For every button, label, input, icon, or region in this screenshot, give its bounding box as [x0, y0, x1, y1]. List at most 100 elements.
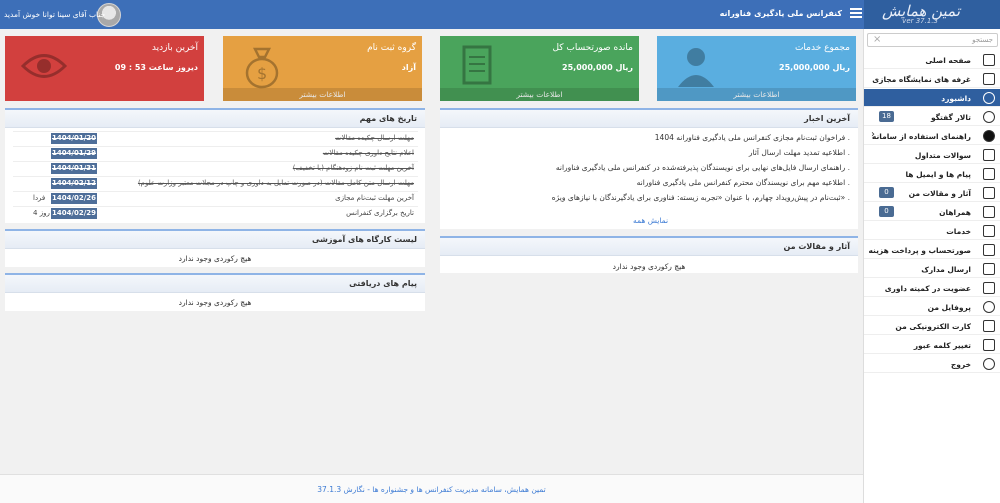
workshops-panel: لیست کارگاه های آموزشی هیچ رکوردی وجود ن… — [5, 229, 425, 267]
committee-icon — [983, 282, 995, 294]
news-item[interactable]: فراخوان ثبت‌نام مجازی کنفرانس ملی یادگیر… — [655, 133, 850, 142]
messages-empty-text: هیچ رکوردی وجود ندارد — [178, 298, 252, 307]
sidebar-item-label: همراهان — [939, 208, 971, 217]
date-row: تاریخ برگزاری کنفرانس 1404/02/29 4 روز — [13, 206, 418, 220]
card-title: مانده صورتحساب کل — [552, 43, 633, 53]
booth-icon — [983, 73, 995, 85]
sidebar-item[interactable]: آثار و مقالات من 0 — [864, 184, 1000, 202]
footer-text[interactable]: تمین همایش، سامانه مدیریت کنفرانس ها و ج… — [317, 485, 545, 494]
remaining-label: فردا — [33, 194, 46, 202]
sidebar-item[interactable]: غرفه های نمایشگاه مجازی — [864, 70, 1000, 88]
articles-empty-text: هیچ رکوردی وجود ندارد — [612, 262, 686, 271]
sidebar-item[interactable]: خدمات — [864, 222, 1000, 240]
stat-card: مانده صورتحساب کل 25,000,000 ریال اطلاعات … — [440, 36, 639, 101]
date-label: مهلت ارسال چکیده مقالات — [335, 134, 414, 142]
search-input[interactable]: جستجو × — [867, 33, 998, 47]
news-item[interactable]: اطلاعیه تمدید مهلت ارسال آثار — [749, 148, 850, 157]
top-bar: تمین همایش ver 37.1.3 کنفرانس ملی یادگیر… — [0, 0, 1000, 29]
date-row: آخرین مهلت ثبت‌نام مجازی 1404/02/26 فردا — [13, 191, 418, 205]
footer: تمین همایش، سامانه مدیریت کنفرانس ها و ج… — [0, 474, 863, 503]
hamburger-menu-icon[interactable] — [850, 8, 862, 18]
sidebar-item[interactable]: تغییر کلمه عبور — [864, 336, 1000, 354]
card-title: آخرین بازدید — [151, 43, 198, 53]
sidebar-item-label: صورتحساب و پرداخت هزینه — [868, 246, 971, 255]
sidebar-item[interactable]: سوالات متداول — [864, 146, 1000, 164]
chevron-icon: › — [871, 129, 875, 140]
workshops-title: لیست کارگاه های آموزشی — [311, 235, 417, 244]
sidebar-item-label: ارسال مدارک — [921, 265, 971, 274]
date-chip: 1404/01/31 — [51, 163, 97, 174]
sidebar-item[interactable]: عضویت در کمیته داوری — [864, 279, 1000, 297]
user-icon — [983, 111, 995, 123]
svg-text:$: $ — [257, 64, 267, 83]
sidebar-item-label: تغییر کلمه عبور — [913, 341, 971, 350]
profile-icon — [983, 301, 995, 313]
date-chip: 1404/02/26 — [51, 193, 97, 204]
sidebar-item-label: سوالات متداول — [914, 151, 971, 160]
card-value: دیروز ساعت 53 : 09 — [114, 63, 198, 72]
sidebar-item[interactable]: ارسال مدارک — [864, 260, 1000, 278]
stat-card: آخرین بازدید دیروز ساعت 53 : 09 — [5, 36, 204, 101]
money-bag-icon: $ — [239, 43, 285, 89]
show-all-link[interactable]: نمایش همه — [633, 216, 668, 225]
date-row: اعلام نتایج داوری چکیده مقالات 1404/01/29 — [13, 146, 418, 160]
close-icon[interactable]: × — [873, 34, 881, 45]
sidebar-item[interactable]: صورتحساب و پرداخت هزینه — [864, 241, 1000, 259]
services-icon — [983, 225, 995, 237]
conference-title: کنفرانس ملی یادگیری فناورانه — [719, 9, 842, 18]
sidebar-item-label: خروج — [950, 360, 971, 369]
eye-icon — [20, 43, 68, 89]
sidebar-item[interactable]: کارت الکترونیکی من — [864, 317, 1000, 335]
upload-icon — [983, 263, 995, 275]
sidebar-item-label: عضویت در کمیته داوری — [884, 284, 971, 293]
news-item[interactable]: ثبت‌نام در پیش‌رویداد چهارم، با عنوان «ت… — [552, 193, 850, 202]
messages-title: پیام های دریافتی — [349, 279, 417, 288]
count-badge: 0 — [879, 206, 894, 217]
sidebar-item[interactable]: تالار گفتگو 18 — [864, 108, 1000, 126]
sidebar-item[interactable]: همراهان 0 — [864, 203, 1000, 221]
news-item[interactable]: راهنمای ارسال فایل‌های نهایی برای نویسند… — [556, 163, 850, 172]
sidebar-item-label: راهنمای استفاده از سامانه — [871, 132, 971, 141]
card-title: گروه ثبت نام — [367, 43, 416, 53]
dates-title: تاریخ های مهم — [359, 114, 417, 123]
people-icon — [983, 206, 995, 218]
card-title: مجموع خدمات — [794, 43, 850, 53]
messages-panel: پیام های دریافتی هیچ رکوردی وجود ندارد — [5, 273, 425, 311]
dashboard-icon — [983, 92, 995, 104]
sidebar-item[interactable]: داشبورد — [864, 89, 1000, 107]
date-chip: 1404/02/29 — [51, 208, 97, 219]
article-icon — [983, 187, 995, 199]
welcome-text: جناب آقای سینا توانا خوش آمدید — [4, 10, 106, 19]
sidebar-item[interactable]: راهنمای استفاده از سامانه › — [864, 127, 1000, 145]
articles-panel: آثار و مقالات من هیچ رکوردی وجود ندارد — [440, 236, 858, 273]
date-chip: 1404/01/29 — [51, 148, 97, 159]
sidebar: جستجو × صفحه اصلی غرفه های نمایشگاه مجازی… — [863, 29, 1000, 503]
more-info-link[interactable]: اطلاعات بیشتر — [223, 88, 422, 101]
card-value: 25,000,000 ریال — [779, 63, 850, 72]
sidebar-item[interactable]: خروج — [864, 355, 1000, 373]
sidebar-item[interactable]: صفحه اصلی — [864, 51, 1000, 69]
sidebar-item-label: پیام ها و ایمیل ها — [905, 170, 971, 179]
date-label: آخرین مهلت ثبت‌نام مجازی — [335, 194, 414, 202]
invoice-icon — [983, 244, 995, 256]
search-placeholder: جستجو — [972, 36, 993, 44]
version-label: ver 37.1.3 — [902, 17, 938, 25]
date-row: آخرین مهلت ثبت نام زودهنگام (با تخفیف) 14… — [13, 161, 418, 175]
sidebar-item[interactable]: پیام ها و ایمیل ها — [864, 165, 1000, 183]
chat-icon — [983, 149, 995, 161]
news-panel: آخرین اخبار فراخوان ثبت‌نام مجازی کنفران… — [440, 108, 858, 229]
date-label: آخرین مهلت ثبت نام زودهنگام (با تخفیف) — [292, 164, 414, 172]
date-row: مهلت ارسال متن کامل مقالات (در صورت تمای… — [13, 176, 418, 190]
date-label: اعلام نتایج داوری چکیده مقالات — [322, 149, 414, 157]
sidebar-item-label: آثار و مقالات من — [908, 189, 971, 198]
more-info-link[interactable]: اطلاعات بیشتر — [440, 88, 639, 101]
sidebar-item-label: پروفایل من — [927, 303, 971, 312]
more-info-link[interactable]: اطلاعات بیشتر — [657, 88, 856, 101]
info-icon — [983, 130, 995, 142]
stat-card: $ گروه ثبت نام آزاد اطلاعات بیشتر — [223, 36, 422, 101]
date-chip: 1404/02/12 — [51, 178, 97, 189]
sidebar-item[interactable]: پروفایل من — [864, 298, 1000, 316]
sidebar-item-label: کارت الکترونیکی من — [895, 322, 971, 331]
news-item[interactable]: اطلاعیه مهم برای نویسندگان محترم کنفرانس… — [637, 178, 850, 187]
message-icon — [983, 168, 995, 180]
